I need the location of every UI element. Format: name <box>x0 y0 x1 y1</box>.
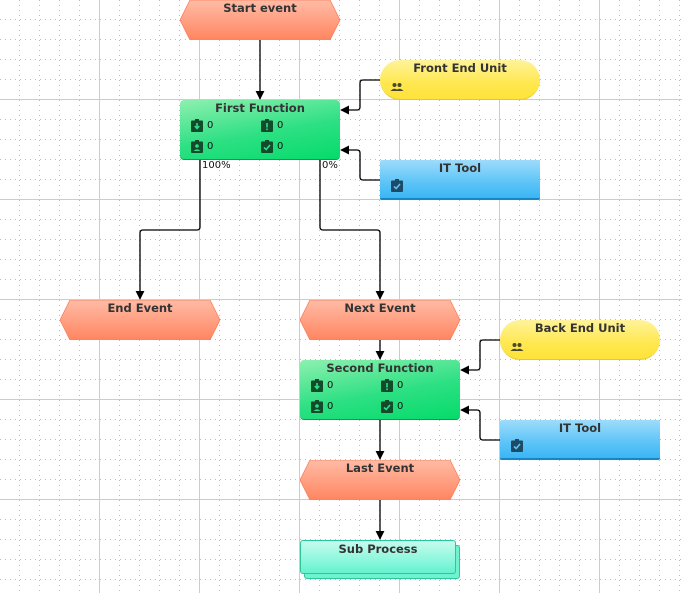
risk-count: 0 <box>381 379 403 392</box>
person-count: 0 <box>311 400 333 413</box>
risk-count: 0 <box>261 119 283 132</box>
task-count: 0 <box>261 140 283 153</box>
org-unit-back-end[interactable]: Back End Unit <box>500 320 660 360</box>
system-it-tool-1[interactable]: IT Tool <box>380 160 540 200</box>
event-next[interactable]: Next Event <box>300 300 460 340</box>
system-it-tool-2[interactable]: IT Tool <box>500 420 660 460</box>
input-count: 0 <box>311 379 333 392</box>
clipboard-download-icon <box>191 119 203 132</box>
function-second[interactable]: Second Function 0 0 0 0 <box>300 360 460 420</box>
event-label: Last Event <box>345 461 415 475</box>
clipboard-check-icon <box>381 400 393 413</box>
event-start[interactable]: Start event <box>180 0 340 40</box>
event-last[interactable]: Last Event <box>300 460 460 500</box>
function-label: Second Function <box>326 361 434 375</box>
system-label: IT Tool <box>558 421 602 435</box>
clipboard-account-icon <box>191 140 203 153</box>
group-icon <box>390 83 404 91</box>
branch-label-right: 0% <box>322 160 338 171</box>
event-end[interactable]: End Event <box>60 300 220 340</box>
org-unit-label: Back End Unit <box>534 321 626 335</box>
function-label: First Function <box>215 101 305 115</box>
event-label: Start event <box>223 1 297 15</box>
subprocess[interactable]: Sub Process <box>300 540 456 574</box>
clipboard-check-icon <box>511 439 523 452</box>
event-label: Next Event <box>344 301 416 315</box>
org-unit-front-end[interactable]: Front End Unit <box>380 60 540 100</box>
clipboard-download-icon <box>311 379 323 392</box>
canvas-grid <box>0 0 682 593</box>
clipboard-check-icon <box>391 179 403 192</box>
clipboard-alert-icon <box>261 119 273 132</box>
org-unit-label: Front End Unit <box>413 61 507 75</box>
clipboard-check-icon <box>261 140 273 153</box>
input-count: 0 <box>191 119 213 132</box>
branch-label-left: 100% <box>202 160 231 171</box>
event-label: End Event <box>107 301 173 315</box>
subprocess-label: Sub Process <box>338 542 418 556</box>
clipboard-alert-icon <box>381 379 393 392</box>
group-icon <box>510 343 524 351</box>
task-count: 0 <box>381 400 403 413</box>
clipboard-account-icon <box>311 400 323 413</box>
person-count: 0 <box>191 140 213 153</box>
function-first[interactable]: First Function 0 0 0 0 <box>180 100 340 160</box>
system-label: IT Tool <box>438 161 482 175</box>
